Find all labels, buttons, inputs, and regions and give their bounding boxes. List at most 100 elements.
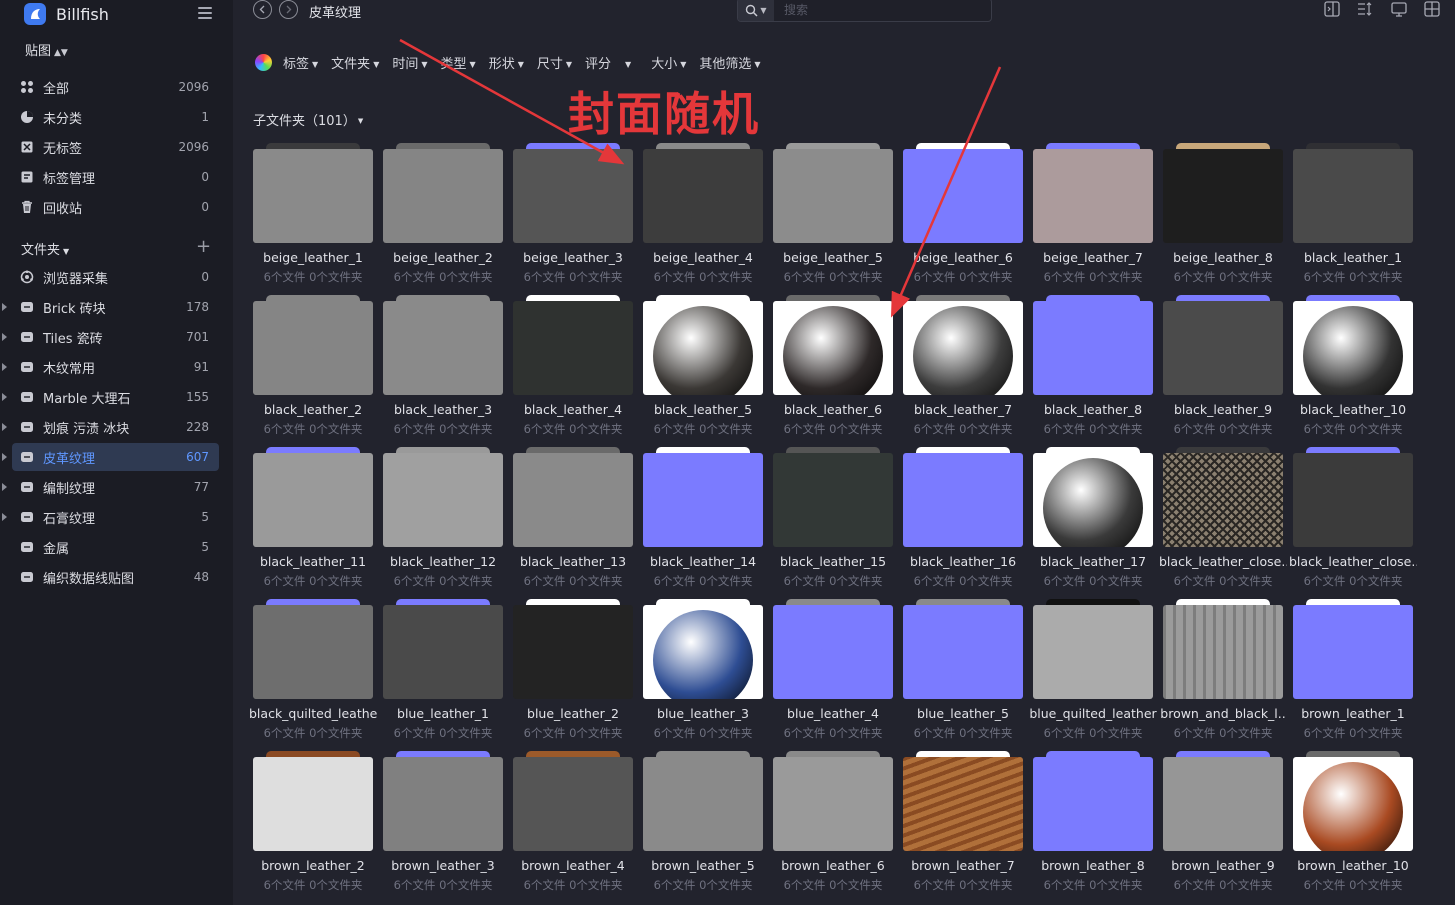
folders-header[interactable]: 文件夹 ▼	[21, 239, 69, 258]
sidebar-folder-item[interactable]: Brick 砖块 178	[2, 293, 219, 321]
sidebar-folder-item[interactable]: 编制纹理 77	[2, 473, 219, 501]
folder-tile[interactable]: brown_leather_10 6个文件 0个文件夹	[1293, 751, 1413, 902]
expand-arrow-icon[interactable]	[2, 363, 7, 371]
chevron-left-icon	[259, 5, 265, 14]
folder-tile[interactable]: brown_and_black_l.. 6个文件 0个文件夹	[1160, 599, 1286, 750]
sidebar-folder-count: 607	[186, 450, 209, 464]
sidebar-folder-item[interactable]: 金属 5	[12, 533, 219, 561]
sidebar-folder-item[interactable]: 木纹常用 91	[2, 353, 219, 381]
folder-tile[interactable]: black_leather_1 6个文件 0个文件夹	[1293, 143, 1413, 294]
expand-arrow-icon[interactable]	[2, 483, 7, 491]
folder-tile[interactable]: black_leather_3 6个文件 0个文件夹	[383, 295, 503, 446]
filter-dropdown[interactable]: 形状 ▼	[489, 53, 524, 72]
sidebar-folder-item[interactable]: 划痕 污渍 冰块 228	[2, 413, 219, 441]
expand-arrow-icon[interactable]	[2, 423, 7, 431]
folder-tile[interactable]: brown_leather_5 6个文件 0个文件夹	[643, 751, 763, 902]
folder-tile[interactable]: beige_leather_1 6个文件 0个文件夹	[253, 143, 373, 294]
folder-tile[interactable]: beige_leather_6 6个文件 0个文件夹	[903, 143, 1023, 294]
expand-arrow-icon[interactable]	[2, 513, 7, 521]
back-button[interactable]	[253, 0, 272, 19]
folder-tile[interactable]: blue_leather_5 6个文件 0个文件夹	[903, 599, 1023, 750]
folder-tile[interactable]: black_leather_6 6个文件 0个文件夹	[773, 295, 893, 446]
sidebar-item-tag-manage[interactable]: 标签管理 0	[12, 163, 219, 191]
folder-tile[interactable]: blue_leather_1 6个文件 0个文件夹	[383, 599, 503, 750]
menu-icon[interactable]	[198, 7, 212, 19]
folder-tile[interactable]: black_leather_11 6个文件 0个文件夹	[253, 447, 373, 598]
folder-tile[interactable]: black_leather_8 6个文件 0个文件夹	[1033, 295, 1153, 446]
sidebar-item-grid[interactable]: 全部 2096	[12, 73, 219, 101]
folder-name: black_leather_1	[1303, 250, 1403, 265]
add-folder-button[interactable]: +	[196, 238, 211, 256]
library-switcher[interactable]: 贴图 ▲▼	[25, 40, 68, 59]
folder-tile[interactable]: brown_leather_3 6个文件 0个文件夹	[383, 751, 503, 902]
expand-arrow-icon[interactable]	[2, 393, 7, 401]
color-filter-icon[interactable]	[255, 54, 272, 71]
folder-tile[interactable]: black_leather_4 6个文件 0个文件夹	[513, 295, 633, 446]
folder-tile[interactable]: black_leather_16 6个文件 0个文件夹	[903, 447, 1023, 598]
sidebar-folder-item[interactable]: Marble 大理石 155	[2, 383, 219, 411]
folder-meta: 6个文件 0个文件夹	[653, 726, 753, 740]
folder-name: black_leather_7	[913, 402, 1013, 417]
forward-button[interactable]	[279, 0, 298, 19]
search-input[interactable]	[784, 3, 974, 17]
sort-settings-icon[interactable]	[1356, 0, 1374, 18]
folder-tile[interactable]: black_quilted_leather 6个文件 0个文件夹	[249, 599, 377, 750]
layout-grid-icon[interactable]	[1423, 0, 1441, 18]
folder-tile[interactable]: beige_leather_8 6个文件 0个文件夹	[1163, 143, 1283, 294]
folder-tile[interactable]: brown_leather_4 6个文件 0个文件夹	[513, 751, 633, 902]
sidebar-item-tag-off[interactable]: 无标签 2096	[12, 133, 219, 161]
folder-tile[interactable]: blue_leather_4 6个文件 0个文件夹	[773, 599, 893, 750]
sidebar-folder-item[interactable]: 石膏纹理 5	[2, 503, 219, 531]
folder-tile[interactable]: beige_leather_5 6个文件 0个文件夹	[773, 143, 893, 294]
sidebar-folder-item[interactable]: 编织数据线贴图 48	[12, 563, 219, 591]
expand-arrow-icon[interactable]	[2, 303, 7, 311]
folder-tile[interactable]: blue_leather_2 6个文件 0个文件夹	[513, 599, 633, 750]
folder-tile[interactable]: beige_leather_4 6个文件 0个文件夹	[643, 143, 763, 294]
folder-tile[interactable]: black_leather_9 6个文件 0个文件夹	[1163, 295, 1283, 446]
sidebar-folder-item[interactable]: 皮革纹理 607	[2, 443, 219, 471]
folder-tile[interactable]: black_leather_close.. 6个文件 0个文件夹	[1289, 447, 1417, 598]
search-mode-button[interactable]: ▼	[738, 0, 774, 21]
folder-name: black_leather_4	[523, 402, 623, 417]
folder-tile[interactable]: brown_leather_2 6个文件 0个文件夹	[253, 751, 373, 902]
folder-tile[interactable]: black_leather_10 6个文件 0个文件夹	[1293, 295, 1413, 446]
folder-meta: 6个文件 0个文件夹	[1043, 270, 1143, 284]
expand-arrow-icon[interactable]	[2, 333, 7, 341]
filter-dropdown[interactable]: 文件夹 ▼	[331, 53, 379, 72]
subfolder-header[interactable]: 子文件夹（101） ▼	[253, 110, 363, 129]
folder-tile[interactable]: blue_leather_3 6个文件 0个文件夹	[643, 599, 763, 750]
folder-tile[interactable]: brown_leather_9 6个文件 0个文件夹	[1163, 751, 1283, 902]
sidebar-folder-item[interactable]: Tiles 瓷砖 701	[2, 323, 219, 351]
sidebar-item-trash[interactable]: 回收站 0	[12, 193, 219, 221]
filter-dropdown[interactable]: 其他筛选 ▼	[699, 53, 760, 72]
folder-tile[interactable]: black_leather_2 6个文件 0个文件夹	[253, 295, 373, 446]
folder-tile[interactable]: black_leather_12 6个文件 0个文件夹	[383, 447, 503, 598]
folder-tile[interactable]: black_leather_13 6个文件 0个文件夹	[513, 447, 633, 598]
filter-dropdown[interactable]: 大小 ▼	[651, 53, 686, 72]
expand-arrow-icon[interactable]	[2, 453, 7, 461]
filter-dropdown[interactable]: 类型 ▼	[441, 53, 476, 72]
folder-tile[interactable]: brown_leather_8 6个文件 0个文件夹	[1033, 751, 1153, 902]
folder-tile[interactable]: beige_leather_7 6个文件 0个文件夹	[1033, 143, 1153, 294]
folder-tile[interactable]: brown_leather_7 6个文件 0个文件夹	[903, 751, 1023, 902]
filter-label: 类型	[440, 57, 467, 72]
folder-tile[interactable]: black_leather_17 6个文件 0个文件夹	[1033, 447, 1153, 598]
filter-dropdown[interactable]: 时间 ▼	[392, 53, 427, 72]
folder-tile[interactable]: black_leather_5 6个文件 0个文件夹	[643, 295, 763, 446]
filter-dropdown[interactable]: 尺寸 ▼	[537, 53, 572, 72]
folder-tile[interactable]: black_leather_15 6个文件 0个文件夹	[773, 447, 893, 598]
folder-tile[interactable]: black_leather_close.. 6个文件 0个文件夹	[1159, 447, 1287, 598]
folder-tile[interactable]: black_leather_14 6个文件 0个文件夹	[643, 447, 763, 598]
folder-tile[interactable]: beige_leather_2 6个文件 0个文件夹	[383, 143, 503, 294]
sidebar-item-pie[interactable]: 未分类 1	[12, 103, 219, 131]
filter-dropdown[interactable]: 标签 ▼	[283, 53, 318, 72]
sidebar-folder-item[interactable]: 浏览器采集 0	[12, 263, 219, 291]
folder-tile[interactable]: brown_leather_6 6个文件 0个文件夹	[773, 751, 893, 902]
folder-tile[interactable]: black_leather_7 6个文件 0个文件夹	[903, 295, 1023, 446]
folder-tile[interactable]: beige_leather_3 6个文件 0个文件夹	[513, 143, 633, 294]
preview-monitor-icon[interactable]	[1390, 0, 1408, 18]
panel-toggle-icon[interactable]	[1323, 0, 1341, 18]
filter-dropdown[interactable]: 评分 ▼	[585, 53, 631, 72]
folder-tile[interactable]: brown_leather_1 6个文件 0个文件夹	[1293, 599, 1413, 750]
folder-tile[interactable]: blue_quilted_leather 6个文件 0个文件夹	[1029, 599, 1157, 750]
